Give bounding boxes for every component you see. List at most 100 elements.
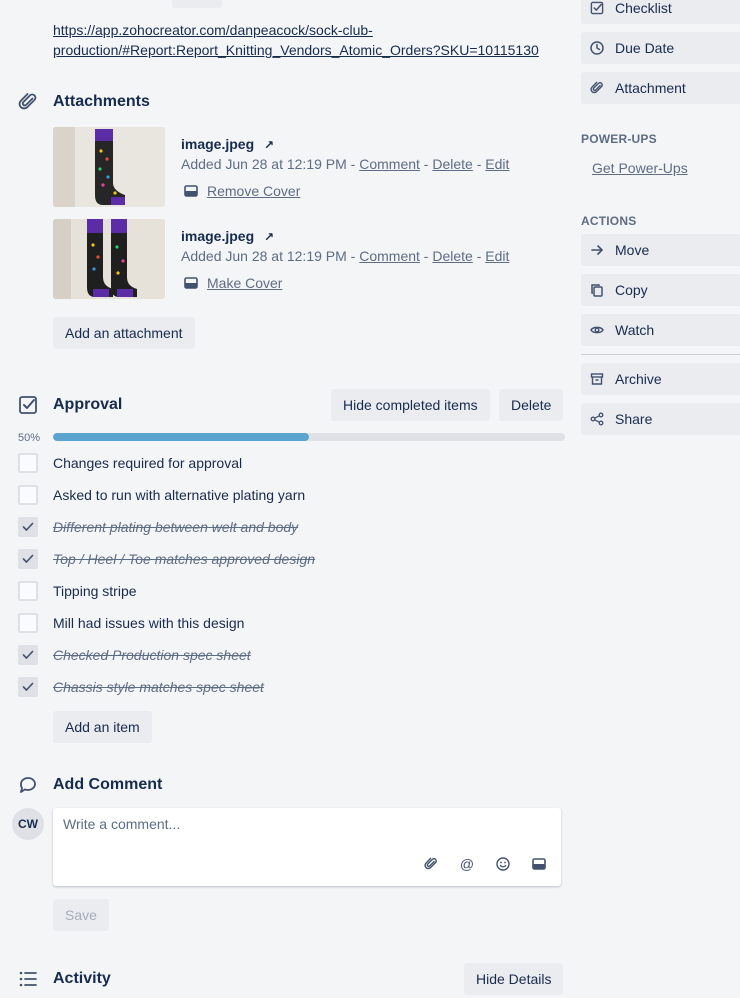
attachment-delete-link[interactable]: Delete (432, 248, 472, 264)
avatar[interactable]: CW (12, 808, 44, 840)
checklist-checkbox[interactable] (18, 453, 38, 473)
delete-checklist-button[interactable]: Delete (499, 389, 564, 421)
move-label: Move (615, 242, 650, 258)
attachment-item: image.jpeg ↗ Added Jun 28 at 12:19 PM - … (53, 219, 573, 299)
checklist-item[interactable]: Changes required for approval (18, 451, 578, 475)
activity-icon (18, 969, 38, 989)
separator: - (419, 248, 433, 264)
share-button[interactable]: Share (581, 403, 740, 435)
checklist-checkbox[interactable] (18, 613, 38, 633)
attachment-comment-link[interactable]: Comment (359, 156, 420, 172)
comment-input[interactable] (63, 816, 543, 832)
checklist-item[interactable]: Chassis style matches spec sheet (18, 675, 578, 699)
checklist-checkbox[interactable] (18, 485, 38, 505)
checklist-item[interactable]: Top / Heel / Toe matches approved design (18, 547, 578, 571)
checklist-checkbox[interactable] (18, 549, 38, 569)
archive-button[interactable]: Archive (581, 363, 740, 395)
hide-completed-items-button[interactable]: Hide completed items (331, 389, 490, 421)
attachment-filename[interactable]: image.jpeg (181, 228, 254, 244)
comment-toolbar: @ (423, 856, 547, 872)
attachment-meta: Added Jun 28 at 12:19 PM - Comment - Del… (181, 156, 509, 172)
add-checklist-button[interactable]: Checklist (581, 0, 740, 24)
add-due-date-button[interactable]: Due Date (581, 32, 740, 64)
hide-details-button[interactable]: Hide Details (464, 963, 564, 995)
copy-button[interactable]: Copy (581, 274, 740, 306)
card-icon[interactable] (531, 856, 547, 872)
checklist-checkbox[interactable] (18, 581, 38, 601)
checklist-item-text[interactable]: Different plating between welt and body (53, 519, 298, 535)
attachment-name[interactable]: image.jpeg ↗ (181, 228, 274, 244)
attachment-delete-link[interactable]: Delete (432, 156, 472, 172)
edit-description-button-stub[interactable] (172, 0, 222, 8)
attachment-added-text: Added Jun 28 at 12:19 PM - (181, 248, 360, 264)
paperclip-icon (18, 92, 38, 112)
paperclip-icon[interactable] (423, 856, 439, 872)
checklist-item[interactable]: Mill had issues with this design (18, 611, 578, 635)
add-attachment-button[interactable]: Add an attachment (53, 317, 195, 349)
external-link-icon[interactable]: ↗ (264, 230, 274, 244)
checklist-item-text[interactable]: Asked to run with alternative plating ya… (53, 487, 305, 503)
attachment-item: image.jpeg ↗ Added Jun 28 at 12:19 PM - … (53, 127, 573, 207)
checklist-item[interactable]: Checked Production spec sheet (18, 643, 578, 667)
share-label: Share (615, 411, 653, 427)
comment-box[interactable]: @ (53, 808, 561, 886)
checklist-item-text[interactable]: Changes required for approval (53, 455, 242, 471)
get-powerups-link[interactable]: Get Power-Ups (592, 160, 688, 176)
clock-icon (589, 40, 605, 56)
attachment-thumbnail[interactable] (53, 127, 165, 207)
copy-icon (589, 282, 605, 298)
checkmark-icon (22, 522, 34, 531)
checkmark-icon (22, 554, 34, 563)
separator: - (472, 248, 486, 264)
external-link-icon[interactable]: ↗ (264, 138, 274, 152)
checklist-item-text[interactable]: Mill had issues with this design (53, 615, 244, 631)
share-icon (589, 411, 605, 427)
checklist-progress-bar (53, 433, 565, 441)
paperclip-icon (589, 80, 605, 96)
add-attachment-sidebar-button[interactable]: Attachment (581, 72, 740, 104)
checklist-checkbox[interactable] (18, 645, 38, 665)
separator: - (419, 156, 433, 172)
checklist-item-text[interactable]: Chassis style matches spec sheet (53, 679, 264, 695)
checklist-item[interactable]: Different plating between welt and body (18, 515, 578, 539)
watch-button[interactable]: Watch (581, 314, 740, 346)
checkmark-icon (22, 682, 34, 691)
arrow-right-icon (589, 242, 605, 258)
move-button[interactable]: Move (581, 234, 740, 266)
comment-icon (18, 775, 38, 795)
checklist-item-text[interactable]: Top / Heel / Toe matches approved design (53, 551, 315, 567)
attachment-name[interactable]: image.jpeg ↗ (181, 136, 274, 152)
checklist-icon (18, 395, 38, 415)
description-link[interactable]: https://app.zohocreator.com/danpeacock/s… (53, 20, 553, 60)
remove-cover-label[interactable]: Remove Cover (207, 183, 300, 199)
checklist-icon (589, 0, 605, 16)
description-link-line1[interactable]: https://app.zohocreator.com/danpeacock/s… (53, 22, 373, 38)
card-cover-icon (183, 275, 199, 291)
checklist-item[interactable]: Asked to run with alternative plating ya… (18, 483, 578, 507)
attachment-edit-link[interactable]: Edit (485, 156, 509, 172)
checklist-item-text[interactable]: Checked Production spec sheet (53, 647, 251, 663)
attachments-title: Attachments (53, 93, 150, 110)
make-cover-label[interactable]: Make Cover (207, 275, 282, 291)
mention-icon[interactable]: @ (459, 856, 475, 872)
make-cover-button[interactable]: Make Cover (183, 275, 282, 291)
checklist-checkbox[interactable] (18, 517, 38, 537)
archive-icon (589, 371, 605, 387)
add-attachment-sidebar-label: Attachment (615, 80, 686, 96)
checklist-progress-fill (53, 433, 309, 441)
attachment-filename[interactable]: image.jpeg (181, 136, 254, 152)
remove-cover-button[interactable]: Remove Cover (183, 183, 300, 199)
add-checklist-item-button[interactable]: Add an item (53, 711, 152, 743)
attachment-thumbnail[interactable] (53, 219, 165, 299)
save-comment-button[interactable]: Save (53, 899, 109, 931)
add-due-date-label: Due Date (615, 40, 675, 56)
description-link-line2[interactable]: production/#Report:Report_Knitting_Vendo… (53, 42, 539, 58)
eye-icon (589, 322, 605, 338)
attachment-comment-link[interactable]: Comment (359, 248, 420, 264)
attachment-edit-link[interactable]: Edit (485, 248, 509, 264)
checklist-item[interactable]: Tipping stripe (18, 579, 578, 603)
emoji-icon[interactable] (495, 856, 511, 872)
checklist-checkbox[interactable] (18, 677, 38, 697)
attachment-added-text: Added Jun 28 at 12:19 PM - (181, 156, 360, 172)
checklist-item-text[interactable]: Tipping stripe (53, 583, 137, 599)
